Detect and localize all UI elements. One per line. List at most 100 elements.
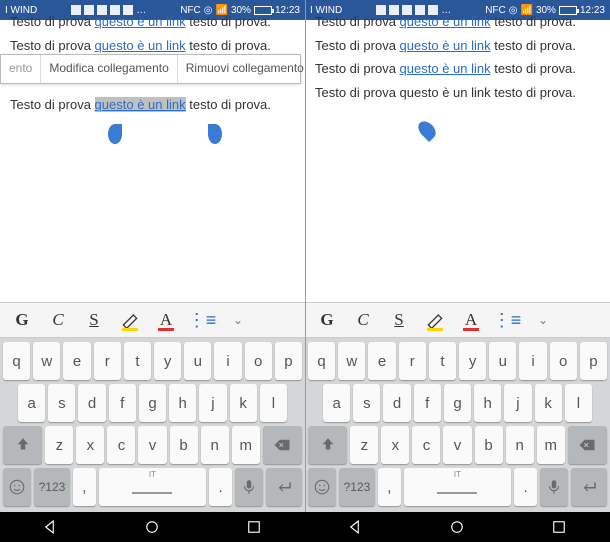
key-w[interactable]: w [33, 342, 60, 380]
key-r[interactable]: r [399, 342, 426, 380]
font-color-button[interactable]: A [453, 305, 489, 335]
key-f[interactable]: f [414, 384, 441, 422]
list-button[interactable]: ⋮≡ [489, 305, 525, 335]
key-comma[interactable]: , [378, 468, 401, 506]
context-menu-item-cut[interactable]: ento [1, 55, 41, 83]
key-q[interactable]: q [3, 342, 30, 380]
highlight-button[interactable] [112, 305, 148, 335]
key-p[interactable]: p [580, 342, 607, 380]
key-c[interactable]: c [107, 426, 135, 464]
underline-button[interactable]: S [381, 305, 417, 335]
underline-button[interactable]: S [76, 305, 112, 335]
document-area[interactable]: Testo di prova questo è un link testo di… [305, 20, 610, 302]
nav-recent-button[interactable] [550, 518, 568, 536]
toolbar-expand-button[interactable]: ⌄ [220, 305, 256, 335]
key-a[interactable]: a [323, 384, 350, 422]
key-k[interactable]: k [230, 384, 257, 422]
key-s[interactable]: s [353, 384, 380, 422]
key-comma[interactable]: , [73, 468, 96, 506]
key-x[interactable]: x [76, 426, 104, 464]
nav-back-button[interactable] [42, 518, 60, 536]
toolbar-expand-button[interactable]: ⌄ [525, 305, 561, 335]
key-r[interactable]: r [94, 342, 121, 380]
bold-button[interactable]: G [4, 305, 40, 335]
key-i[interactable]: i [214, 342, 241, 380]
key-n[interactable]: n [201, 426, 229, 464]
text-line-selected[interactable]: Testo di prova questo è un link testo di… [0, 93, 305, 117]
hyperlink[interactable]: questo è un link [400, 61, 491, 76]
hyperlink[interactable]: questo è un link [400, 38, 491, 53]
nav-recent-button[interactable] [245, 518, 263, 536]
key-enter[interactable] [266, 468, 302, 506]
key-x[interactable]: x [381, 426, 409, 464]
key-q[interactable]: q [308, 342, 335, 380]
key-emoji[interactable] [308, 468, 336, 506]
key-g[interactable]: g [139, 384, 166, 422]
key-j[interactable]: j [504, 384, 531, 422]
selection-handle-left[interactable] [108, 124, 122, 144]
key-z[interactable]: z [45, 426, 73, 464]
hyperlink[interactable]: questo è un link [95, 38, 186, 53]
key-m[interactable]: m [537, 426, 565, 464]
key-o[interactable]: o [550, 342, 577, 380]
key-l[interactable]: l [565, 384, 592, 422]
key-period[interactable]: . [514, 468, 537, 506]
list-button[interactable]: ⋮≡ [184, 305, 220, 335]
key-emoji[interactable] [3, 468, 31, 506]
key-backspace[interactable] [568, 426, 607, 464]
key-y[interactable]: y [154, 342, 181, 380]
nav-home-button[interactable] [448, 518, 466, 536]
key-d[interactable]: d [78, 384, 105, 422]
bold-button[interactable]: G [309, 305, 345, 335]
text-line[interactable]: Testo di prova questo è un link testo di… [0, 10, 305, 34]
key-a[interactable]: a [18, 384, 45, 422]
key-b[interactable]: b [170, 426, 198, 464]
key-shift[interactable] [308, 426, 347, 464]
key-shift[interactable] [3, 426, 42, 464]
key-v[interactable]: v [443, 426, 471, 464]
text-line[interactable]: Testo di prova questo è un link testo di… [305, 57, 610, 81]
key-s[interactable]: s [48, 384, 75, 422]
key-y[interactable]: y [459, 342, 486, 380]
nav-home-button[interactable] [143, 518, 161, 536]
text-line-plain[interactable]: Testo di prova questo è un link testo di… [305, 81, 610, 105]
italic-button[interactable]: C [40, 305, 76, 335]
font-color-button[interactable]: A [148, 305, 184, 335]
key-space[interactable]: IT [404, 468, 511, 506]
hyperlink[interactable]: questo è un link [400, 14, 491, 29]
key-h[interactable]: h [474, 384, 501, 422]
text-line[interactable]: Testo di prova questo è un link testo di… [305, 10, 610, 34]
key-symbols[interactable]: ?123 [339, 468, 375, 506]
key-n[interactable]: n [506, 426, 534, 464]
key-o[interactable]: o [245, 342, 272, 380]
key-z[interactable]: z [350, 426, 378, 464]
key-mic[interactable] [235, 468, 263, 506]
highlight-button[interactable] [417, 305, 453, 335]
key-p[interactable]: p [275, 342, 302, 380]
key-h[interactable]: h [169, 384, 196, 422]
key-space[interactable]: IT [99, 468, 206, 506]
cursor-handle[interactable] [415, 118, 439, 142]
key-t[interactable]: t [429, 342, 456, 380]
key-e[interactable]: e [63, 342, 90, 380]
text-line[interactable]: Testo di prova questo è un link testo di… [305, 34, 610, 58]
key-t[interactable]: t [124, 342, 151, 380]
key-mic[interactable] [540, 468, 568, 506]
key-backspace[interactable] [263, 426, 302, 464]
key-u[interactable]: u [489, 342, 516, 380]
context-menu-item-edit-link[interactable]: Modifica collegamento [41, 55, 177, 83]
key-i[interactable]: i [519, 342, 546, 380]
key-g[interactable]: g [444, 384, 471, 422]
hyperlink-selected[interactable]: questo è un link [95, 97, 186, 112]
key-u[interactable]: u [184, 342, 211, 380]
key-d[interactable]: d [383, 384, 410, 422]
key-k[interactable]: k [535, 384, 562, 422]
hyperlink[interactable]: questo è un link [95, 14, 186, 29]
nav-back-button[interactable] [347, 518, 365, 536]
key-m[interactable]: m [232, 426, 260, 464]
key-j[interactable]: j [199, 384, 226, 422]
key-e[interactable]: e [368, 342, 395, 380]
key-v[interactable]: v [138, 426, 166, 464]
key-b[interactable]: b [475, 426, 503, 464]
key-c[interactable]: c [412, 426, 440, 464]
